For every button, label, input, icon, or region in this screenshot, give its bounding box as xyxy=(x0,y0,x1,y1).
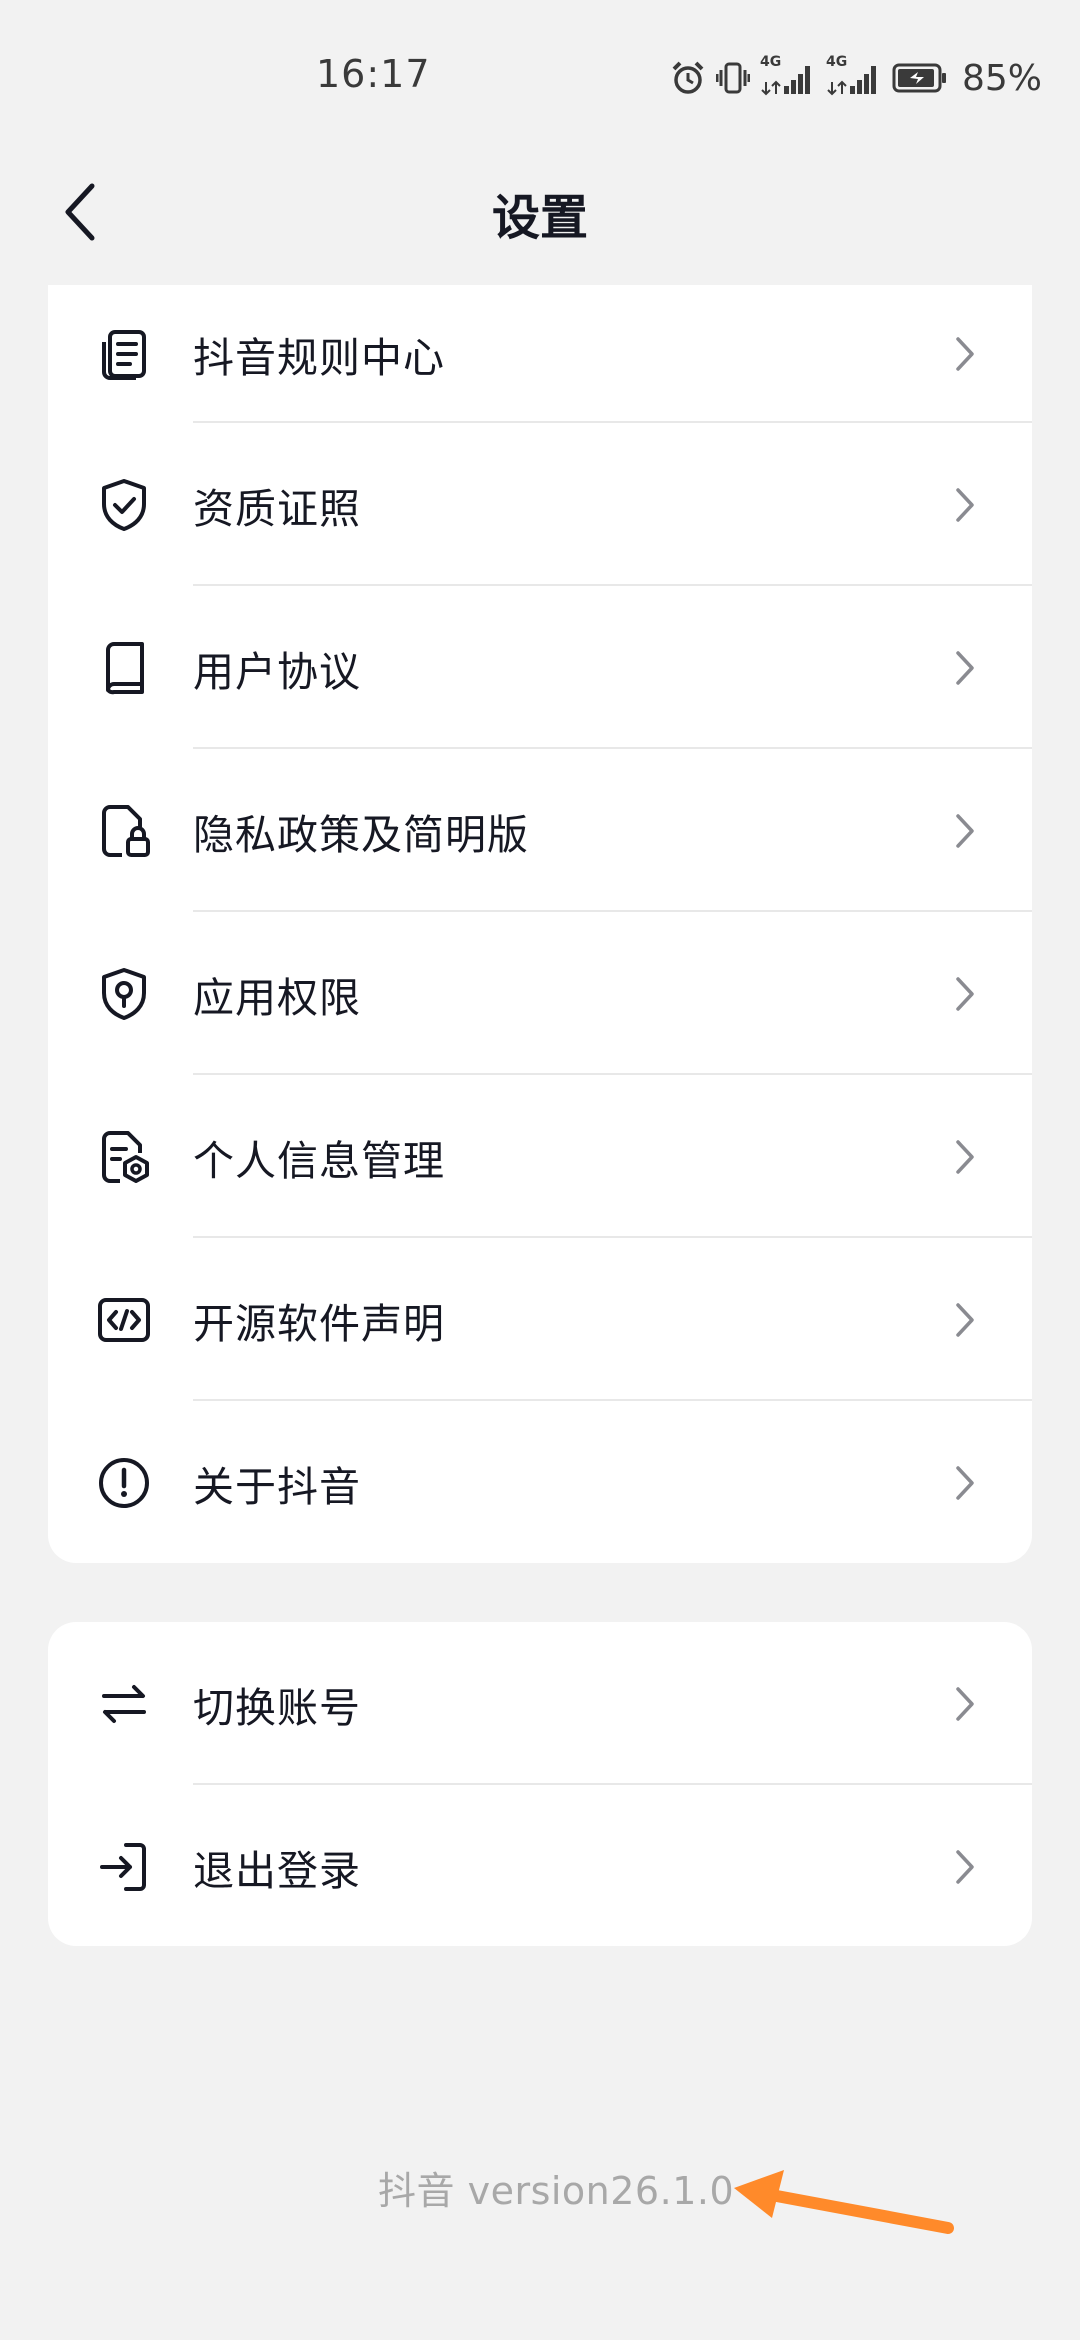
settings-item-about[interactable]: 关于抖音 xyxy=(48,1401,1032,1563)
settings-item-label: 开源软件声明 xyxy=(193,1299,445,1348)
battery-icon xyxy=(892,61,948,95)
settings-item-switch-account[interactable]: 切换账号 xyxy=(48,1622,1032,1785)
status-bar: 16:17 4G 4G 85% xyxy=(0,0,1080,150)
settings-item-personal-info[interactable]: 个人信息管理 xyxy=(48,1075,1032,1238)
signal-2-icon: 4G xyxy=(826,54,882,96)
personal-info-icon xyxy=(96,1129,152,1185)
chevron-right-icon xyxy=(950,648,980,688)
book-icon xyxy=(96,640,152,696)
chevron-right-icon xyxy=(950,1463,980,1503)
chevron-right-icon xyxy=(950,811,980,851)
chevron-right-icon xyxy=(950,1137,980,1177)
permission-shield-icon xyxy=(96,966,152,1022)
settings-item-label: 资质证照 xyxy=(193,484,361,533)
page-title: 设置 xyxy=(491,190,588,246)
privacy-lock-icon xyxy=(96,803,152,859)
app-version-text: 抖音 version26.1.0 xyxy=(378,2169,735,2213)
settings-item-label: 抖音规则中心 xyxy=(193,334,445,382)
chevron-right-icon xyxy=(950,485,980,525)
chevron-right-icon xyxy=(950,1300,980,1340)
settings-item-label: 隐私政策及简明版 xyxy=(193,810,529,859)
switch-arrows-icon xyxy=(96,1676,152,1732)
settings-item-label: 个人信息管理 xyxy=(193,1136,445,1185)
status-time: 16:17 xyxy=(316,52,431,96)
settings-item-app-permissions[interactable]: 应用权限 xyxy=(48,912,1032,1075)
settings-item-label: 切换账号 xyxy=(193,1683,361,1732)
chevron-right-icon xyxy=(950,1684,980,1724)
settings-item-rules-center[interactable]: 抖音规则中心 xyxy=(48,285,1032,423)
settings-item-label: 关于抖音 xyxy=(193,1462,361,1511)
annotation-arrow-icon xyxy=(734,2170,954,2234)
settings-item-qualifications[interactable]: 资质证照 xyxy=(48,423,1032,586)
account-settings-card: 切换账号 退出登录 xyxy=(48,1622,1032,1946)
code-icon xyxy=(96,1292,152,1348)
info-exclamation-icon xyxy=(96,1455,152,1511)
battery-percent: 85% xyxy=(961,57,1042,99)
settings-item-user-agreement[interactable]: 用户协议 xyxy=(48,586,1032,749)
status-icons: 4G 4G 85% xyxy=(670,54,1042,100)
logout-icon xyxy=(96,1839,152,1895)
about-settings-card: 抖音规则中心 资质证照 用户协议 隐私政策及简明版 应用权限 个人信息管理 开源… xyxy=(48,285,1032,1563)
chevron-right-icon xyxy=(950,334,980,374)
settings-item-label: 退出登录 xyxy=(193,1846,361,1895)
header: 设置 xyxy=(0,150,1080,270)
settings-item-label: 用户协议 xyxy=(193,647,361,696)
settings-item-privacy-policy[interactable]: 隐私政策及简明版 xyxy=(48,749,1032,912)
settings-item-logout[interactable]: 退出登录 xyxy=(48,1785,1032,1946)
settings-item-label: 应用权限 xyxy=(193,973,361,1022)
rules-document-icon xyxy=(96,326,152,382)
signal-1-icon: 4G xyxy=(760,54,816,96)
vibrate-icon xyxy=(715,60,750,96)
alarm-icon xyxy=(670,60,706,96)
settings-item-open-source[interactable]: 开源软件声明 xyxy=(48,1238,1032,1401)
chevron-right-icon xyxy=(950,1847,980,1887)
shield-check-icon xyxy=(96,477,152,533)
chevron-right-icon xyxy=(950,974,980,1014)
